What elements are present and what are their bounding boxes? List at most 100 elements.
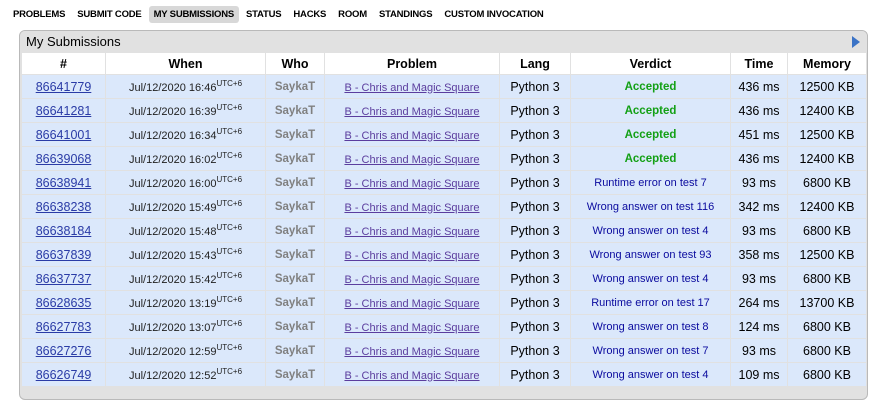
submission-author[interactable]: SaykaT [265, 146, 325, 171]
submission-author[interactable]: SaykaT [265, 218, 325, 243]
submission-author[interactable]: SaykaT [265, 194, 325, 219]
submission-time-cell: Jul/12/2020 15:42UTC+6 [105, 266, 266, 291]
submission-id-link[interactable]: 86627783 [36, 320, 92, 334]
col-header-memory: Memory [787, 52, 867, 75]
submission-datetime: Jul/12/2020 13:07 [128, 322, 217, 334]
table-header-row: # When Who Problem Lang Verdict Time Mem… [21, 52, 867, 75]
timezone-label: UTC+6 [216, 103, 243, 112]
nav-hacks[interactable]: HACKS [288, 6, 331, 23]
table-row: 86627783 Jul/12/2020 13:07UTC+6 SaykaT B - … [21, 314, 867, 339]
submission-problem-cell: B - Chris and Magic Square [324, 146, 500, 171]
submission-id-link[interactable]: 86637737 [36, 272, 92, 286]
problem-link[interactable]: B - Chris and Magic Square [344, 82, 479, 94]
col-header-when: When [105, 52, 266, 75]
submission-memory: 12400 KB [787, 98, 867, 123]
problem-link[interactable]: B - Chris and Magic Square [344, 370, 479, 382]
problem-link[interactable]: B - Chris and Magic Square [344, 202, 479, 214]
submission-author[interactable]: SaykaT [265, 98, 325, 123]
submission-run-time: 93 ms [730, 170, 788, 195]
submission-time-cell: Jul/12/2020 12:52UTC+6 [105, 362, 266, 387]
submission-memory: 12400 KB [787, 194, 867, 219]
timezone-label: UTC+6 [216, 319, 243, 328]
nav-status[interactable]: STATUS [241, 6, 286, 23]
nav-room[interactable]: ROOM [333, 6, 372, 23]
problem-link[interactable]: B - Chris and Magic Square [344, 274, 479, 286]
submission-verdict: Wrong answer on test 4 [570, 266, 731, 291]
timezone-label: UTC+6 [216, 343, 243, 352]
nav-my-submissions[interactable]: MY SUBMISSIONS [148, 5, 239, 23]
submission-id-cell: 86641281 [21, 98, 106, 123]
submission-verdict: Wrong answer on test 116 [570, 194, 731, 219]
submission-id-link[interactable]: 86638238 [36, 200, 92, 214]
timezone-label: UTC+6 [216, 271, 243, 280]
submission-id-link[interactable]: 86641001 [36, 128, 92, 142]
submission-memory: 6800 KB [787, 362, 867, 387]
submission-language: Python 3 [499, 170, 571, 195]
problem-link[interactable]: B - Chris and Magic Square [344, 322, 479, 334]
nav-problems[interactable]: PROBLEMS [8, 6, 70, 23]
submission-author[interactable]: SaykaT [265, 290, 325, 315]
submission-problem-cell: B - Chris and Magic Square [324, 314, 500, 339]
table-row: 86637839 Jul/12/2020 15:43UTC+6 SaykaT B - … [21, 242, 867, 267]
submission-datetime: Jul/12/2020 16:46 [128, 82, 217, 94]
submission-author[interactable]: SaykaT [265, 74, 325, 99]
col-header-who: Who [265, 52, 325, 75]
submission-run-time: 93 ms [730, 218, 788, 243]
table-row: 86638941 Jul/12/2020 16:00UTC+6 SaykaT B - … [21, 170, 867, 195]
submission-id-cell: 86638941 [21, 170, 106, 195]
submission-verdict: Wrong answer on test 93 [570, 242, 731, 267]
submission-id-link[interactable]: 86628635 [36, 296, 92, 310]
submission-id-link[interactable]: 86641779 [36, 80, 92, 94]
submission-language: Python 3 [499, 290, 571, 315]
problem-link[interactable]: B - Chris and Magic Square [344, 346, 479, 358]
col-header-problem: Problem [324, 52, 500, 75]
nav-submit-code[interactable]: SUBMIT CODE [72, 6, 146, 23]
problem-link[interactable]: B - Chris and Magic Square [344, 250, 479, 262]
submission-id-link[interactable]: 86641281 [36, 104, 92, 118]
submission-author[interactable]: SaykaT [265, 122, 325, 147]
submission-author[interactable]: SaykaT [265, 338, 325, 363]
table-row: 86641001 Jul/12/2020 16:34UTC+6 SaykaT B - … [21, 122, 867, 147]
table-row: 86626749 Jul/12/2020 12:52UTC+6 SaykaT B - … [21, 362, 867, 387]
submission-author[interactable]: SaykaT [265, 314, 325, 339]
table-row: 86641281 Jul/12/2020 16:39UTC+6 SaykaT B - … [21, 98, 867, 123]
problem-link[interactable]: B - Chris and Magic Square [344, 226, 479, 238]
submission-datetime: Jul/12/2020 16:02 [128, 154, 217, 166]
submission-id-link[interactable]: 86638941 [36, 176, 92, 190]
submission-datetime: Jul/12/2020 16:34 [128, 130, 217, 142]
problem-link[interactable]: B - Chris and Magic Square [344, 298, 479, 310]
submission-language: Python 3 [499, 98, 571, 123]
timezone-label: UTC+6 [216, 151, 243, 160]
submission-author[interactable]: SaykaT [265, 242, 325, 267]
submission-id-cell: 86641001 [21, 122, 106, 147]
submission-problem-cell: B - Chris and Magic Square [324, 194, 500, 219]
submission-memory: 6800 KB [787, 314, 867, 339]
col-header-lang: Lang [499, 52, 571, 75]
submission-datetime: Jul/12/2020 15:48 [128, 226, 217, 238]
submission-time-cell: Jul/12/2020 15:48UTC+6 [105, 218, 266, 243]
table-row: 86628635 Jul/12/2020 13:19UTC+6 SaykaT B - … [21, 290, 867, 315]
problem-link[interactable]: B - Chris and Magic Square [344, 154, 479, 166]
submission-author[interactable]: SaykaT [265, 266, 325, 291]
nav-standings[interactable]: STANDINGS [374, 6, 437, 23]
timezone-label: UTC+6 [216, 175, 243, 184]
timezone-label: UTC+6 [216, 223, 243, 232]
table-row: 86641779 Jul/12/2020 16:46UTC+6 SaykaT B - … [21, 74, 867, 99]
problem-link[interactable]: B - Chris and Magic Square [344, 130, 479, 142]
top-nav: PROBLEMS SUBMIT CODE MY SUBMISSIONS STAT… [8, 5, 551, 23]
submission-id-link[interactable]: 86637839 [36, 248, 92, 262]
submission-id-link[interactable]: 86626749 [36, 368, 92, 382]
expand-arrow-icon[interactable] [852, 36, 860, 48]
submission-author[interactable]: SaykaT [265, 170, 325, 195]
submission-time-cell: Jul/12/2020 16:46UTC+6 [105, 74, 266, 99]
submission-language: Python 3 [499, 194, 571, 219]
submission-author[interactable]: SaykaT [265, 362, 325, 387]
problem-link[interactable]: B - Chris and Magic Square [344, 106, 479, 118]
problem-link[interactable]: B - Chris and Magic Square [344, 178, 479, 190]
submission-id-link[interactable]: 86638184 [36, 224, 92, 238]
submission-run-time: 436 ms [730, 146, 788, 171]
submission-id-link[interactable]: 86639068 [36, 152, 92, 166]
submission-time-cell: Jul/12/2020 16:34UTC+6 [105, 122, 266, 147]
submission-id-link[interactable]: 86627276 [36, 344, 92, 358]
nav-custom-invocation[interactable]: CUSTOM INVOCATION [439, 6, 548, 23]
